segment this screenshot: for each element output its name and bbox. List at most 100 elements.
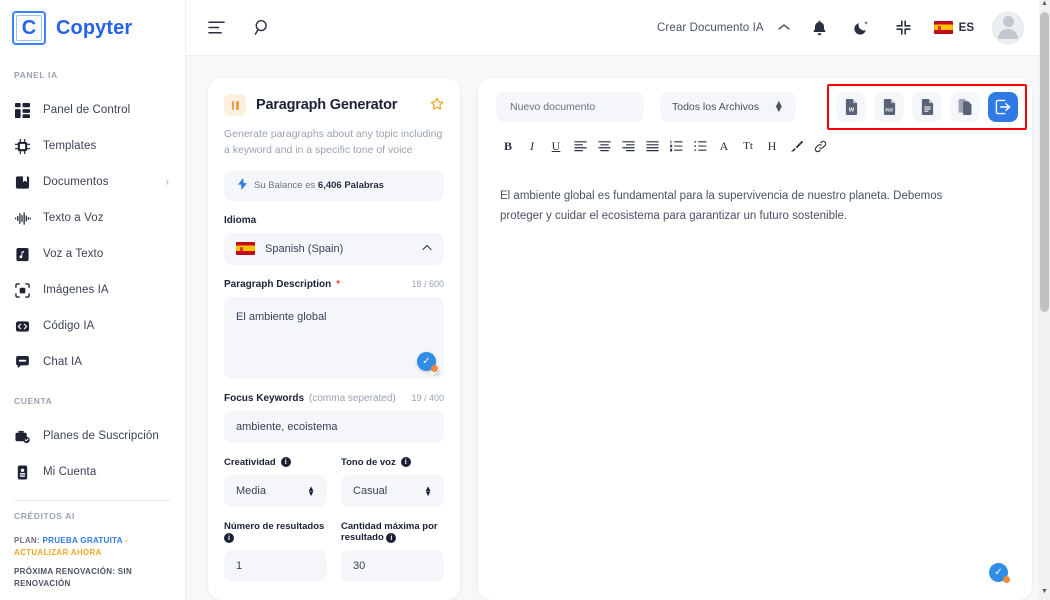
focus-keywords-value: ambiente, ecoistema	[236, 420, 338, 433]
menu-lines-icon[interactable]	[204, 16, 228, 40]
topbar: Crear Documento IA ES	[186, 0, 1050, 56]
editor-panel: Nuevo documento Todos los Archivos ▲ ▼ W …	[478, 78, 1032, 600]
tone-label-text: Tono de voz	[341, 456, 396, 468]
chevron-up-icon	[422, 243, 432, 254]
page-scrollbar[interactable]: ▲ ▼	[1039, 0, 1050, 600]
brand-logo[interactable]: C Copyter	[0, 0, 185, 56]
tone-value: Casual	[353, 484, 388, 497]
italic-button[interactable]: I	[520, 134, 544, 158]
chevron-up-icon[interactable]	[778, 22, 790, 34]
sidebar-item-codigo-ia[interactable]: Código IA	[0, 308, 185, 344]
save-document-button[interactable]	[988, 92, 1018, 122]
font-size-button[interactable]: Tt	[736, 134, 760, 158]
sidebar-item-templates[interactable]: Templates	[0, 128, 185, 164]
tone-select[interactable]: Casual ▲ ▼	[341, 474, 444, 507]
bell-icon[interactable]	[808, 16, 832, 40]
info-icon[interactable]: i	[400, 457, 411, 468]
focus-keywords-input[interactable]: ambiente, ecoistema	[224, 410, 444, 443]
info-icon[interactable]: i	[280, 457, 291, 468]
sidebar-item-voz-a-texto[interactable]: Voz a Texto	[0, 236, 185, 272]
paragraph-description-input[interactable]: El ambiente global ✓	[224, 296, 444, 379]
moon-icon[interactable]	[850, 16, 874, 40]
scroll-down-arrow-icon[interactable]: ▼	[1039, 588, 1050, 600]
underline-button[interactable]: U	[544, 134, 568, 158]
results-input[interactable]: 1	[224, 550, 327, 583]
star-outline-icon[interactable]	[430, 97, 444, 113]
creativity-label-text: Creatividad	[224, 456, 276, 468]
create-document-link[interactable]: Crear Documento IA	[657, 22, 764, 34]
creativity-value: Media	[236, 484, 266, 497]
maxlen-value: 30	[353, 560, 366, 573]
focus-keywords-label: Focus Keywords (comma seperated) 19 / 40…	[224, 393, 444, 404]
bolt-icon	[238, 178, 247, 193]
creativity-label: Creatividad i	[224, 457, 327, 468]
font-color-button[interactable]: A	[712, 134, 736, 158]
account-card-icon	[14, 464, 31, 481]
info-icon[interactable]: i	[386, 533, 397, 544]
sidebar-item-label: Documentos	[43, 176, 109, 188]
file-filter-value: Todos los Archivos	[672, 101, 759, 113]
sidebar-item-label: Chat IA	[43, 356, 83, 368]
maxlen-input[interactable]: 30	[341, 550, 444, 583]
sort-arrows-icon: ▲ ▼	[424, 483, 432, 498]
sidebar-item-planes-de-suscripcion[interactable]: Planes de Suscripción	[0, 418, 185, 454]
align-justify-button[interactable]	[640, 134, 664, 158]
language-code: ES	[958, 21, 974, 34]
bold-button[interactable]: B	[496, 134, 520, 158]
creativity-select[interactable]: Media ▲ ▼	[224, 474, 327, 507]
sidebar-scroll: PANEL IA Panel de Control Templates Docu…	[0, 56, 185, 600]
editor-content-area[interactable]: El ambiente global es fundamental para l…	[478, 168, 1032, 600]
creativity-field: Creatividad i Media ▲ ▼	[224, 443, 327, 507]
sidebar-item-label: Texto a Voz	[43, 212, 104, 224]
scroll-up-arrow-icon[interactable]: ▲	[1039, 0, 1050, 12]
export-word-button[interactable]: W	[836, 92, 866, 122]
export-text-button[interactable]	[912, 92, 942, 122]
compress-icon[interactable]	[892, 16, 916, 40]
copy-document-button[interactable]	[950, 92, 980, 122]
ordered-list-button[interactable]	[664, 134, 688, 158]
sidebar-section-credits: CRÉDITOS AI	[14, 511, 75, 521]
brand-name: Copyter	[56, 16, 133, 39]
renewal-line: PRÓXIMA RENOVACIÓN: SIN RENOVACIÓN	[14, 567, 133, 588]
align-center-button[interactable]	[592, 134, 616, 158]
document-name-input[interactable]: Nuevo documento	[496, 92, 644, 122]
sidebar-section-account: CUENTA	[14, 396, 53, 406]
export-pdf-button[interactable]: PDF	[874, 92, 904, 122]
resize-grip-icon[interactable]	[433, 369, 441, 377]
svg-text:W: W	[848, 108, 854, 114]
unordered-list-button[interactable]	[688, 134, 712, 158]
avatar[interactable]	[992, 11, 1024, 44]
sidebar-item-mi-cuenta[interactable]: Mi Cuenta	[0, 454, 185, 490]
tone-label: Tono de voz i	[341, 457, 444, 468]
link-icon[interactable]	[808, 134, 832, 158]
audio-file-icon	[14, 246, 31, 263]
paragraph-description-label-text: Paragraph Description	[224, 278, 332, 290]
info-icon[interactable]: i	[224, 533, 234, 544]
heading-button[interactable]: H	[760, 134, 784, 158]
sidebar-item-label: Panel de Control	[43, 104, 131, 116]
align-right-button[interactable]	[616, 134, 640, 158]
sidebar-item-label: Voz a Texto	[43, 248, 104, 260]
generator-title: Paragraph Generator	[256, 97, 398, 113]
sidebar-item-chat-ia[interactable]: Chat IA	[0, 344, 185, 380]
language-label-text: Idioma	[224, 214, 257, 226]
sidebar-item-imagenes-ia[interactable]: Imágenes IA	[0, 272, 185, 308]
brush-icon[interactable]	[784, 134, 808, 158]
grammarly-badge-icon[interactable]: ✓	[989, 563, 1010, 583]
align-left-button[interactable]	[568, 134, 592, 158]
language-select[interactable]: Spanish (Spain)	[224, 232, 444, 265]
scrollbar-thumb[interactable]	[1040, 12, 1049, 312]
creativity-tone-row: Creatividad i Media ▲ ▼ Tono de voz i Ca…	[224, 443, 444, 507]
search-icon[interactable]	[250, 16, 274, 40]
language-selector[interactable]: ES	[933, 21, 974, 34]
plan-separator: -	[125, 536, 129, 545]
file-filter-select[interactable]: Todos los Archivos ▲ ▼	[660, 92, 796, 122]
editor-toolbar-top: Nuevo documento Todos los Archivos ▲ ▼ W …	[478, 78, 1032, 132]
sidebar-item-panel-de-control[interactable]: Panel de Control	[0, 92, 185, 128]
sidebar-item-texto-a-voz[interactable]: Texto a Voz	[0, 200, 185, 236]
sidebar-item-documentos[interactable]: Documentos ›	[0, 164, 185, 200]
plan-prefix: PLAN:	[14, 536, 40, 545]
plan-upgrade-link[interactable]: ACTUALIZAR AHORA	[14, 548, 102, 557]
results-value: 1	[236, 560, 243, 573]
sidebar-item-label: Código IA	[43, 320, 95, 332]
